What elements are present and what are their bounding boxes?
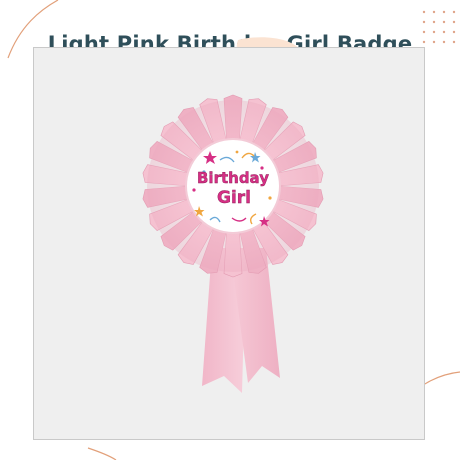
badge-text-girl: Girl [217, 188, 251, 208]
birthday-girl-badge-image: Birthday Girl [142, 94, 324, 393]
curve-line-bottom-left [87, 447, 117, 460]
product-image-frame: Birthday Girl [33, 47, 425, 440]
badge-text-birthday: Birthday [197, 169, 269, 187]
